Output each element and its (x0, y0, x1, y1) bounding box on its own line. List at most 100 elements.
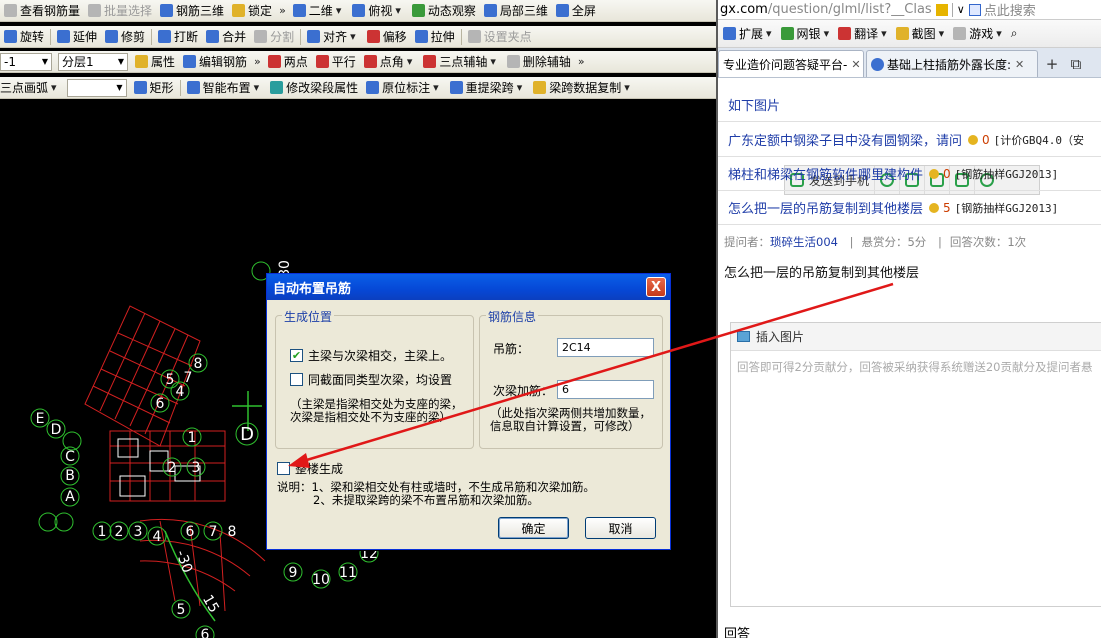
axis-label-9: 9 (289, 565, 298, 581)
rectangle-button[interactable]: 矩形 (130, 77, 178, 98)
fullscreen-button[interactable]: 全屏 (552, 0, 600, 21)
chevron-down-icon: ▾ (350, 30, 356, 43)
main-beam-checkbox[interactable]: ✔ (290, 349, 303, 362)
dynamic-observe-button[interactable]: 动态观察 (408, 0, 480, 21)
edit-rebar-button[interactable]: 编辑钢筋 (179, 51, 251, 72)
modify-span-props-button[interactable]: 修改梁段属性 (266, 77, 362, 98)
set-node-button[interactable]: 设置夹点 (464, 26, 536, 47)
ok-button[interactable]: 确定 (498, 517, 569, 539)
translate-button[interactable]: 翻译 ▾ (835, 20, 893, 47)
main-beam-option[interactable]: ✔ 主梁与次梁相交，主梁上。 (290, 347, 452, 364)
question-link-partial[interactable]: 如下图片 (728, 95, 780, 114)
same-section-option[interactable]: 同截面同类型次梁，均设置 (290, 371, 452, 388)
properties-button[interactable]: 属性 (131, 51, 179, 72)
three-point-aux-dropdown[interactable]: 三点辅轴 ▾ (419, 51, 503, 72)
layer-select[interactable]: 分层1 ▼ (58, 52, 128, 71)
tab-second[interactable]: 基础上柱插筋外露长度: ✕ (866, 50, 1038, 77)
rebar-info-group-legend: 钢筋信息 (486, 308, 539, 325)
chevron-down-icon: ▾ (766, 27, 772, 40)
screenshot-button[interactable]: 截图 ▾ (893, 20, 951, 47)
row-divider (718, 224, 1101, 225)
toolbar-overflow-icon[interactable]: » (276, 4, 289, 17)
node-icon (467, 30, 481, 43)
toolbar-overflow-icon[interactable]: » (575, 55, 588, 68)
grid-icon (723, 27, 736, 40)
address-bar[interactable]: gx.com/question/glml/list?__Clas ∨ 点此搜索 (718, 0, 1101, 20)
close-tab-icon[interactable]: ✕ (851, 58, 860, 71)
tab-active[interactable]: 专业造价问题答疑平台- ✕ (718, 50, 864, 77)
span-data-copy-dropdown[interactable]: 梁跨数据复制 ▾ (529, 77, 637, 98)
whole-building-label: 整楼生成 (295, 462, 344, 476)
close-button[interactable]: X (646, 277, 666, 297)
secondary-beam-input[interactable] (557, 380, 654, 399)
extend-button[interactable]: 延伸 (53, 26, 101, 47)
axis-label-6: 6 (156, 396, 165, 412)
rotate-button[interactable]: 旋转 (0, 26, 48, 47)
browser-tab-strip: 专业造价问题答疑平台- ✕ 基础上柱插筋外露长度: ✕ + ⧉ (718, 48, 1101, 78)
copy-icon (533, 81, 547, 94)
row-divider (718, 121, 1101, 122)
mode-2d-dropdown[interactable]: 二维 ▾ (289, 0, 349, 21)
cancel-button[interactable]: 取消 (585, 517, 656, 539)
shield-icon (780, 27, 794, 40)
list-item[interactable]: 怎么把一层的吊筋复制到其他楼层 5 [钢筋抽样GGJ2013] (728, 198, 1058, 218)
delete-aux-button[interactable]: 删除辅轴 (503, 51, 575, 72)
batch-select-button[interactable]: 批量选择 (84, 0, 156, 21)
same-section-checkbox[interactable] (290, 373, 303, 386)
smart-layout-dropdown[interactable]: 智能布置 ▾ (183, 77, 267, 98)
axis-label-b8: 8 (228, 524, 237, 540)
dialog-description: 说明：1、梁和梁相交处有柱或墙时，不生成吊筋和次梁加筋。 2、未提取梁跨的梁不布… (277, 480, 595, 507)
chevron-down-icon: ▾ (490, 55, 496, 68)
list-item[interactable]: 广东定额中钢梁子目中没有圆钢梁，请问 0 [计价GBQ4.0（安 (728, 130, 1084, 150)
draw-mode-select[interactable]: ▼ (66, 78, 127, 97)
search-icon[interactable]: ⌕ (1008, 20, 1021, 47)
tab-list-icon[interactable]: ⧉ (1064, 50, 1088, 77)
local-3d-button[interactable]: 局部三维 (480, 0, 552, 21)
games-button[interactable]: 游戏 ▾ (950, 20, 1008, 47)
close-tab-icon[interactable]: ✕ (1015, 58, 1024, 71)
merge-button[interactable]: 合并 (202, 26, 250, 47)
chevron-down-icon: ▾ (624, 81, 630, 94)
axis-label-b4: 4 (153, 529, 162, 545)
whole-building-option[interactable]: 整楼生成 (277, 460, 343, 477)
orbit-icon (411, 4, 425, 17)
parallel-button[interactable]: 平行 (312, 51, 360, 72)
lock-button[interactable]: 锁定 (228, 0, 276, 21)
answer-placeholder[interactable]: 回答即可得2分贡献分，回答被采纳获得系统赠送20贡献分及提问者悬 (731, 351, 1101, 383)
floor-number-select[interactable]: -1 ▼ (0, 52, 52, 71)
axis-label-b1: 1 (98, 524, 107, 540)
extend-button[interactable]: 扩展 ▾ (720, 20, 778, 47)
trim-button[interactable]: 修剪 (101, 26, 149, 47)
answer-editor[interactable]: 插入图片 回答即可得2分贡献分，回答被采纳获得系统赠送20贡献分及提问者悬 (730, 322, 1101, 607)
align-dropdown[interactable]: 对齐 ▾ (303, 26, 363, 47)
asker-name-link[interactable]: 琐碎生活004 (770, 235, 838, 249)
rebar-3d-button[interactable]: 钢筋三维 (156, 0, 228, 21)
point-angle-dropdown[interactable]: 点角 ▾ (360, 51, 420, 72)
break-button[interactable]: 打断 (154, 26, 202, 47)
cad-toolbar-3: -1 ▼ 分层1 ▼ 属性 编辑钢筋 » 两点 平行 点角 ▾ 三点辅轴 ▾ 删除辅轴 … (0, 51, 716, 73)
toolbar-overflow-icon[interactable]: » (251, 55, 264, 68)
re-extract-span-dropdown[interactable]: 重提梁跨 ▾ (446, 77, 530, 98)
insert-image-button[interactable]: 插入图片 (756, 328, 804, 345)
offset-button[interactable]: 偏移 (363, 26, 411, 47)
three-point-arc-dropdown[interactable]: 三点画弧 ▾ (0, 77, 64, 98)
stretch-button[interactable]: 拉伸 (411, 26, 459, 47)
chevron-down-icon[interactable]: ∨ (957, 3, 965, 16)
hanger-input[interactable] (557, 338, 654, 357)
search-placeholder[interactable]: 点此搜索 (984, 0, 1036, 19)
netbank-button[interactable]: 网银 ▾ (778, 20, 836, 47)
list-item[interactable]: 梯柱和梯梁在钢筋软件哪里建构件 0 [钢筋抽样GGJ2013] (728, 164, 1058, 184)
axis-label-10: 10 (312, 572, 330, 588)
hanger-label: 吊筋： (493, 342, 530, 356)
new-tab-icon[interactable]: + (1040, 50, 1064, 77)
two-points-button[interactable]: 两点 (264, 51, 312, 72)
original-mark-dropdown[interactable]: 原位标注 ▾ (362, 77, 446, 98)
toolbar-divider (460, 28, 462, 45)
split-button[interactable]: 分割 (250, 26, 298, 47)
lightning-icon[interactable] (935, 3, 948, 16)
search-engine-icon[interactable] (968, 3, 981, 16)
view-rebar-button[interactable]: 查看钢筋量 (0, 0, 84, 21)
dialog-title-bar[interactable]: 自动布置吊筋 X (267, 274, 670, 300)
whole-building-checkbox[interactable] (277, 462, 290, 475)
top-view-dropdown[interactable]: 俯视 ▾ (348, 0, 408, 21)
